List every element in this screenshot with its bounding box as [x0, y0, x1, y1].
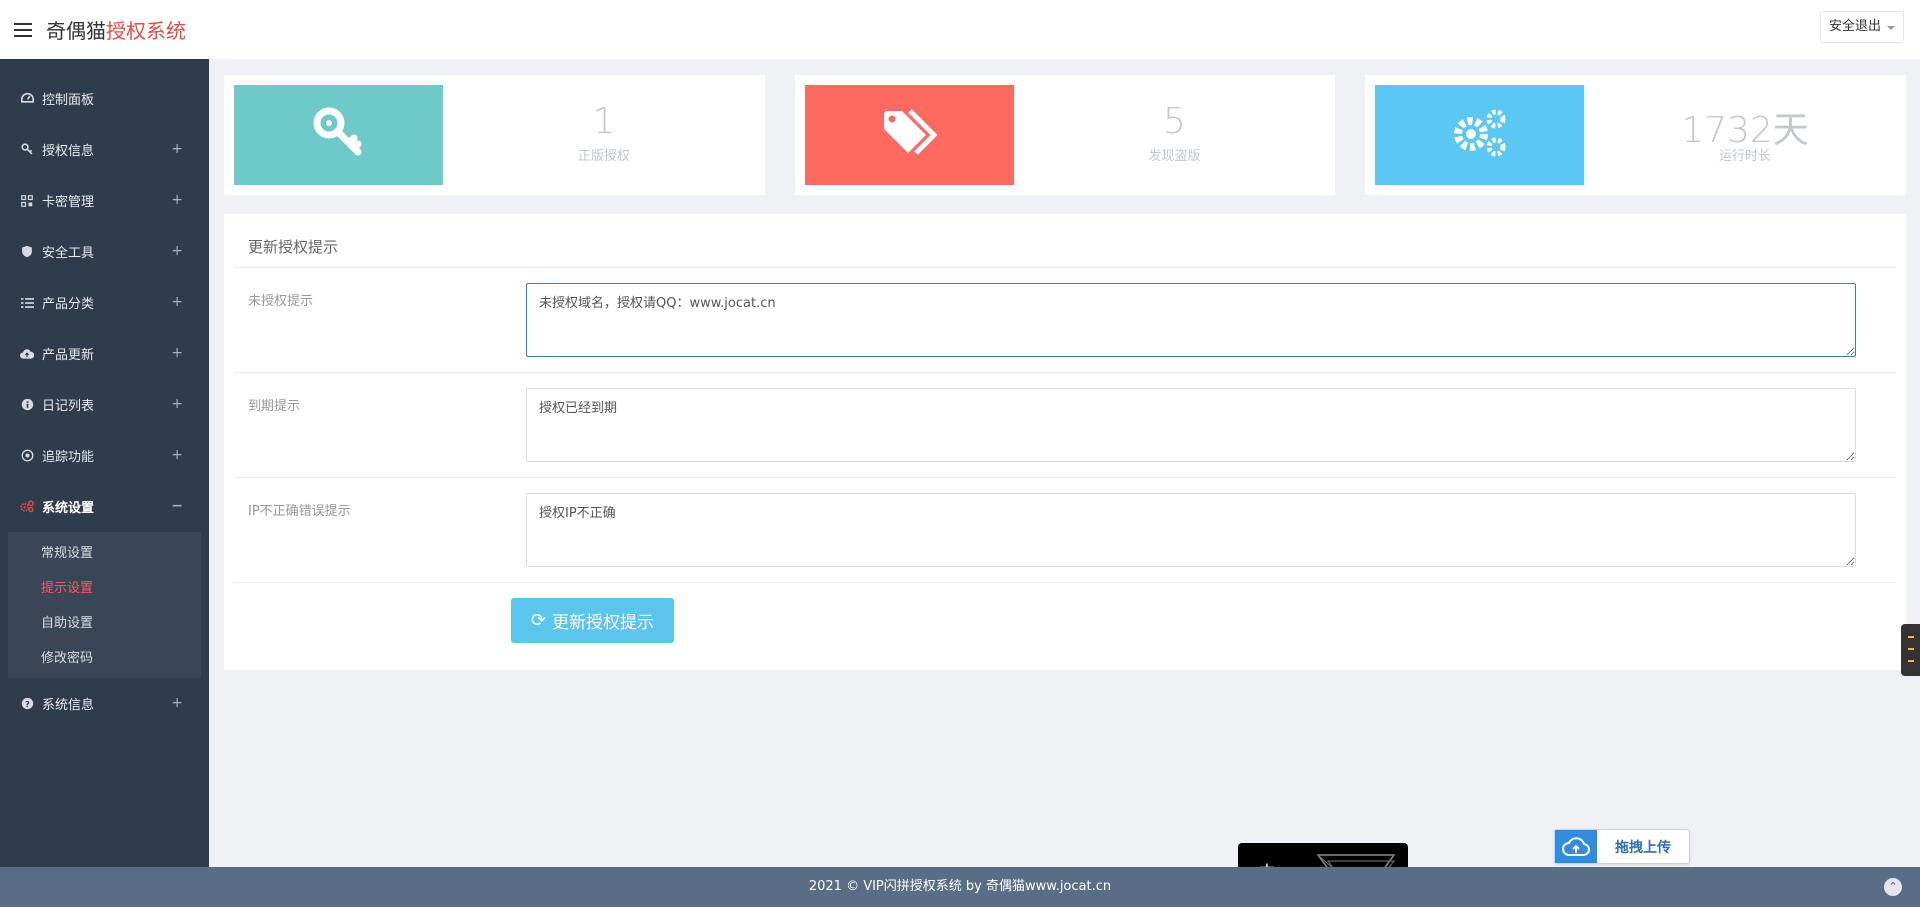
submenu-item-general-settings[interactable]: 常规设置: [8, 536, 201, 571]
submenu-item-change-password[interactable]: 修改密码: [8, 641, 201, 676]
sidebar-item-label: 系统设置: [42, 501, 95, 516]
sidebar-item-label: 系统信息: [42, 698, 95, 713]
sidebar-item-label: 日记列表: [42, 399, 95, 414]
stat-tile: [234, 85, 443, 185]
logout-dropdown[interactable]: 安全退出: [1819, 11, 1904, 43]
divider: [234, 477, 1896, 478]
sidebar-item-card-keys[interactable]: 卡密管理 +: [0, 175, 209, 226]
stat-card-genuine-licenses: 1 正版授权: [224, 75, 765, 195]
scroll-to-top-icon[interactable]: ⌃: [1884, 878, 1902, 896]
stat-tile: [805, 85, 1014, 185]
gears-icon: [20, 500, 34, 514]
sidebar-item-product-category[interactable]: 产品分类 +: [0, 277, 209, 328]
sidebar-item-security-tools[interactable]: 安全工具 +: [0, 226, 209, 277]
expand-icon: +: [171, 243, 183, 259]
drag-upload-button[interactable]: 拖拽上传: [1554, 829, 1690, 864]
key-icon: [20, 143, 34, 157]
footer-copyright: 2021 © VIP闪拼授权系统 by 奇偶猫www.jocat.cn: [808, 879, 1112, 894]
shield-icon: [20, 245, 34, 259]
sidebar-item-label: 安全工具: [42, 246, 95, 261]
sidebar-item-product-update[interactable]: 产品更新 +: [0, 328, 209, 379]
update-prompt-button[interactable]: ⟳ 更新授权提示: [511, 598, 674, 643]
sidebar-item-dashboard[interactable]: 控制面板: [0, 73, 209, 124]
expand-icon: +: [171, 294, 183, 310]
stat-label: 发现盗版: [1148, 149, 1201, 164]
expand-icon: +: [171, 695, 183, 711]
sidebar-item-system-info[interactable]: ? 系统信息 +: [0, 678, 209, 729]
dashboard-icon: [20, 92, 34, 106]
drag-upload-label: 拖拽上传: [1615, 839, 1671, 856]
field-label-wrong-ip: IP不正确错误提示: [248, 504, 351, 519]
system-settings-submenu: 常规设置 提示设置 自助设置 修改密码: [8, 532, 201, 678]
sidebar-item-tracking[interactable]: 追踪功能 +: [0, 430, 209, 481]
expired-prompt-textarea[interactable]: [526, 388, 1856, 462]
footer: 2021 © VIP闪拼授权系统 by 奇偶猫www.jocat.cn ⌃: [0, 867, 1920, 907]
submenu-item-self-service-settings[interactable]: 自助设置: [8, 606, 201, 641]
sidebar-item-label: 授权信息: [42, 144, 95, 159]
sidebar-item-label: 产品更新: [42, 348, 95, 363]
stat-card-uptime: 1732天 运行时长: [1365, 75, 1906, 195]
key-icon: [313, 107, 365, 163]
divider: [234, 267, 1896, 268]
stat-tile: [1375, 85, 1584, 185]
submenu-item-prompt-settings[interactable]: 提示设置: [8, 571, 201, 606]
sidebar: 控制面板 授权信息 + 卡密管理 + 安全工具 + 产品分类 + 产品更新 +: [0, 59, 209, 867]
refresh-icon: ⟳: [530, 610, 547, 631]
expand-icon: +: [171, 345, 183, 361]
brand-accent: 授权系统: [106, 19, 186, 43]
top-header: 奇偶猫授权系统 安全退出: [0, 0, 1920, 59]
stat-value: 5: [1163, 101, 1186, 142]
expand-icon: +: [171, 192, 183, 208]
panel-title: 更新授权提示: [248, 238, 339, 256]
cloud-upload-icon: [1555, 830, 1597, 863]
cloud-upload-icon: [20, 347, 34, 361]
divider: [234, 372, 1896, 373]
sidebar-item-label: 卡密管理: [42, 195, 95, 210]
menu-toggle-icon[interactable]: [14, 22, 32, 37]
target-icon: [20, 449, 34, 463]
sidebar-item-label: 追踪功能: [42, 450, 95, 465]
gears-icon: [1451, 108, 1509, 162]
sidebar-item-license-info[interactable]: 授权信息 +: [0, 124, 209, 175]
expand-icon: +: [171, 447, 183, 463]
divider: [234, 582, 1896, 583]
field-label-unlicensed: 未授权提示: [248, 294, 314, 309]
svg-text:?: ?: [25, 699, 30, 709]
collapse-icon: −: [171, 498, 183, 514]
question-icon: ?: [20, 697, 34, 711]
wrong-ip-prompt-textarea[interactable]: [526, 493, 1856, 567]
stat-label: 运行时长: [1718, 149, 1771, 164]
info-icon: [20, 398, 34, 412]
field-label-expired: 到期提示: [248, 399, 301, 414]
list-icon: [20, 296, 34, 310]
brand-main: 奇偶猫: [46, 19, 106, 43]
sidebar-item-system-settings[interactable]: 系统设置 −: [0, 481, 209, 532]
qrcode-icon: [20, 194, 34, 208]
side-toolbar-handle[interactable]: [1901, 624, 1920, 676]
expand-icon: +: [171, 396, 183, 412]
sidebar-item-label: 控制面板: [42, 93, 95, 108]
expand-icon: +: [171, 141, 183, 157]
brand-title[interactable]: 奇偶猫授权系统: [46, 15, 186, 44]
update-prompt-panel: 更新授权提示 未授权提示 到期提示 IP不正确错误提示 ⟳ 更新授权提示: [224, 214, 1906, 670]
sidebar-item-label: 产品分类: [42, 297, 95, 312]
tags-icon: [882, 109, 938, 161]
sidebar-item-log-list[interactable]: 日记列表 +: [0, 379, 209, 430]
stat-value: 1: [592, 101, 616, 142]
unlicensed-prompt-textarea[interactable]: [526, 283, 1856, 357]
stat-card-piracy-found: 5 发现盗版: [795, 75, 1335, 195]
update-prompt-button-label: 更新授权提示: [552, 613, 655, 633]
stat-label: 正版授权: [577, 149, 630, 164]
